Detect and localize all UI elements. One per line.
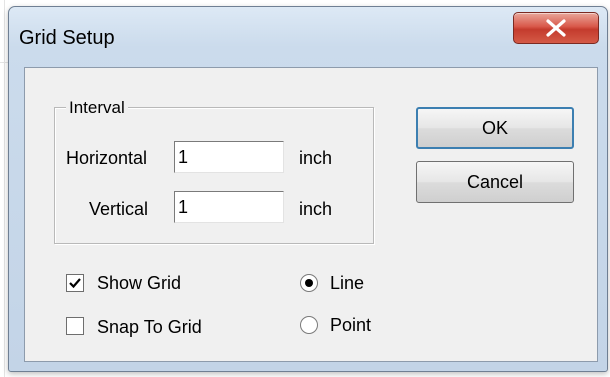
radio-selected-dot — [305, 279, 313, 287]
vertical-interval-input[interactable] — [174, 191, 284, 223]
interval-groupbox — [54, 107, 374, 244]
close-button[interactable] — [513, 12, 599, 44]
point-radio-label[interactable]: Point — [330, 315, 371, 336]
close-x-icon — [546, 19, 566, 37]
horizontal-interval-input[interactable] — [174, 141, 284, 173]
ok-button[interactable]: OK — [416, 107, 574, 149]
snap-to-grid-checkbox[interactable] — [66, 317, 84, 335]
cancel-button[interactable]: Cancel — [416, 161, 574, 203]
snap-to-grid-label[interactable]: Snap To Grid — [97, 317, 202, 338]
show-grid-checkbox[interactable] — [66, 274, 84, 292]
dialog-title: Grid Setup — [19, 27, 115, 49]
vertical-label: Vertical — [89, 199, 149, 219]
horizontal-label: Horizontal — [66, 148, 148, 168]
line-radio-label[interactable]: Line — [330, 273, 364, 294]
vertical-unit-label: inch — [299, 199, 333, 219]
point-radio[interactable] — [300, 316, 318, 334]
background-divider — [4, 0, 5, 377]
interval-group-label: Interval — [66, 98, 128, 118]
horizontal-unit-label: inch — [299, 148, 333, 168]
line-radio[interactable] — [300, 274, 318, 292]
checkmark-icon — [69, 278, 81, 289]
background-divider — [0, 62, 8, 63]
show-grid-label[interactable]: Show Grid — [97, 273, 181, 294]
